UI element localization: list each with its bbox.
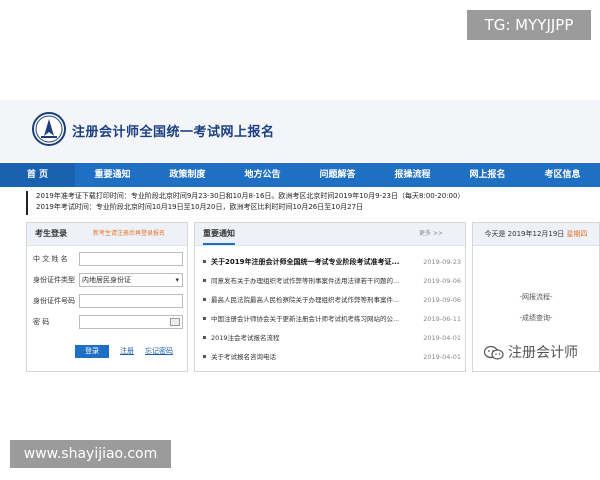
notice-list: 关于2019年注册会计师全国统一考试专业阶段考试准考证... 2019-09-2… xyxy=(203,253,461,367)
notice-title[interactable]: 关于考试报名咨询电话 xyxy=(211,348,401,367)
weekday-text: 星期四 xyxy=(566,230,588,238)
login-button[interactable]: 登录 xyxy=(75,345,109,358)
list-item[interactable]: 最高人民法院最高人民检察院关于办理组织考试作弊等刑事案件... 2019-09-… xyxy=(203,291,461,310)
nav-item-policy[interactable]: 政策制度 xyxy=(150,163,225,187)
bullet-icon xyxy=(203,336,206,339)
notice-title[interactable]: 中国注册会计师协会关于更新注册会计师考试机考练习网站的公... xyxy=(211,310,401,329)
nav-item-process[interactable]: 报操流程 xyxy=(375,163,450,187)
date-text: 今天是 2019年12月19日 xyxy=(484,230,565,238)
notice-line-2: 2019年考试时间：专业阶段北京时间10月19日至10月20日，欧洲考区比利时时… xyxy=(36,203,364,211)
login-panel-header: 考生登录 新考生请注册后再登录报名 xyxy=(27,223,187,246)
forgot-password-link[interactable]: 忘记密码 xyxy=(145,345,173,358)
notice-line-1: 2019年准考证下载打印时间：专业阶段北京时间9月23-30日和10月8-16日… xyxy=(36,192,465,200)
site-logo-icon[interactable] xyxy=(32,112,66,146)
date-panel-header: 今天是 2019年12月19日 星期四 xyxy=(473,223,599,246)
id-type-value: 内地居民身份证 xyxy=(82,276,131,284)
notice-title[interactable]: 关于2019年注册会计师全国统一考试专业阶段考试准考证... xyxy=(211,253,401,272)
chevron-down-icon: ▾ xyxy=(175,276,179,284)
notice-title[interactable]: 同意发布关于办理组织考试作弊等刑事案件适用法律若干问题的... xyxy=(211,272,401,291)
notice-date: 2019-06-11 xyxy=(423,315,461,323)
site-title: 注册会计师全国统一考试网上报名 xyxy=(72,125,275,140)
id-type-label: 身份证件类型 xyxy=(33,276,75,284)
bullet-icon xyxy=(203,317,206,320)
login-hint: 新考生请注册后再登录报名 xyxy=(93,230,166,237)
notices-panel-header: 重要通知 更多 >> xyxy=(195,223,465,246)
notices-panel: 重要通知 更多 >> 关于2019年注册会计师全国统一考试专业阶段考试准考证..… xyxy=(194,222,466,372)
notice-title[interactable]: 最高人民法院最高人民检察院关于办理组织考试作弊等刑事案件... xyxy=(211,291,401,310)
wechat-icon xyxy=(484,346,504,360)
password-input[interactable] xyxy=(79,315,183,329)
nav-item-important-notice[interactable]: 重要通知 xyxy=(75,163,150,187)
login-panel: 考生登录 新考生请注册后再登录报名 中 文 姓 名 身份证件类型 内地居民身份证… xyxy=(26,222,188,372)
id-number-label: 身份证件号码 xyxy=(33,297,75,305)
watermark-bottom: www.shayijiao.com xyxy=(10,440,171,468)
score-query-link[interactable]: -成绩查询- xyxy=(473,313,599,323)
more-link[interactable]: 更多 >> xyxy=(419,223,443,245)
process-link[interactable]: -网报流程- xyxy=(473,292,599,302)
notice-bar: 2019年准考证下载打印时间：专业阶段北京时间9月23-30日和10月8-16日… xyxy=(26,191,600,215)
bullet-icon xyxy=(203,298,206,301)
notice-date: 2019-04-01 xyxy=(423,334,461,342)
login-panel-title: 考生登录 xyxy=(35,229,67,238)
list-item[interactable]: 中国注册会计师协会关于更新注册会计师考试机考练习网站的公... 2019-06-… xyxy=(203,310,461,329)
nav-item-faq[interactable]: 问题解答 xyxy=(300,163,375,187)
notice-date: 2019-09-06 xyxy=(423,277,461,285)
nav-item-local-announcement[interactable]: 地方公告 xyxy=(225,163,300,187)
id-type-select[interactable]: 内地居民身份证 ▾ xyxy=(79,273,183,287)
name-label: 中 文 姓 名 xyxy=(33,255,68,263)
wechat-account-name: 注册会计师 xyxy=(508,345,578,361)
today-date: 今天是 2019年12月19日 星期四 xyxy=(473,223,599,245)
list-item[interactable]: 关于2019年注册会计师全国统一考试专业阶段考试准考证... 2019-09-2… xyxy=(203,253,461,272)
nav-item-home[interactable]: 首 页 xyxy=(0,163,75,187)
register-link[interactable]: 注册 xyxy=(120,345,134,358)
page: TG: MYYJJPP 注册会计师全国统一考试网上报名 首 页 重要通知 政策制… xyxy=(0,0,600,480)
password-label: 密 码 xyxy=(33,318,50,326)
notice-date: 2019-09-06 xyxy=(423,296,461,304)
notice-date: 2019-04-01 xyxy=(423,353,461,361)
bullet-icon xyxy=(203,355,206,358)
main-nav: 首 页 重要通知 政策制度 地方公告 问题解答 报操流程 网上报名 考区信息 xyxy=(0,163,600,187)
bullet-icon xyxy=(203,279,206,282)
bullet-icon xyxy=(203,260,206,263)
name-input[interactable] xyxy=(79,252,183,266)
notice-date: 2019-09-23 xyxy=(423,258,461,266)
list-item[interactable]: 关于考试报名咨询电话 2019-04-01 xyxy=(203,348,461,367)
nav-item-online-registration[interactable]: 网上报名 xyxy=(450,163,525,187)
nav-item-exam-area-info[interactable]: 考区信息 xyxy=(525,163,600,187)
list-item[interactable]: 2019注会考试报名流程 2019-04-01 xyxy=(203,329,461,348)
list-item[interactable]: 同意发布关于办理组织考试作弊等刑事案件适用法律若干问题的... 2019-09-… xyxy=(203,272,461,291)
id-number-input[interactable] xyxy=(79,294,183,308)
notices-tab[interactable]: 重要通知 xyxy=(203,223,235,245)
keyboard-icon[interactable] xyxy=(170,318,180,326)
notice-title[interactable]: 2019注会考试报名流程 xyxy=(211,329,401,348)
watermark-top: TG: MYYJJPP xyxy=(467,10,591,40)
